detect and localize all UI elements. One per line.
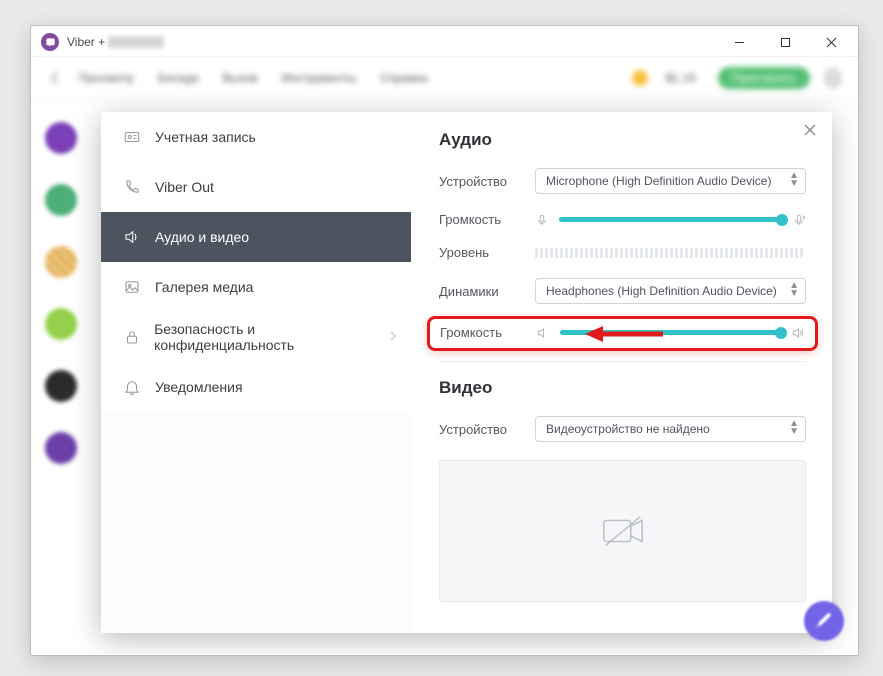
settings-nav: Учетная запись Viber Out Аудио и видео Г…	[101, 112, 411, 633]
mic-level-meter	[535, 248, 806, 258]
nav-notifications[interactable]: Уведомления	[101, 362, 411, 412]
chat-list-preview	[31, 104, 91, 655]
speaker-volume-highlight: Громкость	[427, 316, 818, 351]
menu-view[interactable]: Просмотр	[79, 71, 134, 85]
settings-gear-icon[interactable]	[820, 65, 846, 91]
menu-call[interactable]: Вызов	[222, 71, 257, 85]
menu-help[interactable]: Справка	[380, 71, 427, 85]
phone-out-icon	[121, 178, 143, 196]
close-modal-button[interactable]	[800, 120, 820, 140]
close-window-button[interactable]	[808, 28, 854, 56]
new-message-fab[interactable]	[804, 601, 844, 641]
updown-icon: ▲▼	[789, 172, 799, 188]
nav-audio-video[interactable]: Аудио и видео	[101, 212, 411, 262]
speaker-low-icon	[536, 326, 550, 340]
nav-viber-out[interactable]: Viber Out	[101, 162, 411, 212]
speakers-select[interactable]: Headphones (High Definition Audio Device…	[535, 278, 806, 304]
nav-label: Уведомления	[155, 379, 243, 395]
mic-device-select[interactable]: Microphone (High Definition Audio Device…	[535, 168, 806, 194]
video-device-value: Видеоустройство не найдено	[546, 422, 710, 436]
video-preview-placeholder	[439, 460, 806, 602]
coin-icon	[632, 70, 648, 86]
video-heading: Видео	[439, 378, 806, 398]
nav-account[interactable]: Учетная запись	[101, 112, 411, 162]
audio-heading: Аудио	[439, 130, 806, 150]
menu-tools[interactable]: Инструменты	[282, 71, 357, 85]
mic-volume-label: Громкость	[439, 212, 535, 227]
nav-label: Безопасность и конфиденциальность	[154, 321, 389, 353]
speaker-icon	[121, 228, 143, 246]
speaker-high-icon	[791, 326, 805, 340]
video-device-label: Устройство	[439, 422, 535, 437]
nav-label: Учетная запись	[155, 129, 256, 145]
main-toolbar: Просмотр Беседа Вызов Инструменты Справк…	[31, 57, 858, 100]
updown-icon: ▲▼	[789, 282, 799, 298]
id-icon	[121, 128, 143, 146]
mic-volume-slider[interactable]	[559, 217, 782, 222]
nav-security[interactable]: Безопасность и конфиденциальность	[101, 312, 411, 362]
video-device-select[interactable]: Видеоустройство не найдено ▲▼	[535, 416, 806, 442]
annotation-arrow	[585, 323, 665, 345]
mic-level-label: Уровень	[439, 245, 535, 260]
viber-icon	[41, 33, 59, 51]
speakers-value: Headphones (High Definition Audio Device…	[546, 284, 777, 298]
mic-device-value: Microphone (High Definition Audio Device…	[546, 174, 771, 188]
maximize-button[interactable]	[762, 28, 808, 56]
chevron-right-icon	[389, 329, 397, 345]
invite-button[interactable]: Пригласить	[718, 67, 810, 89]
lock-icon	[121, 328, 142, 346]
window-title: Viber +	[67, 35, 164, 49]
settings-content: Аудио Устройство Microphone (High Defini…	[411, 112, 832, 633]
balance-value: $1.15	[666, 71, 696, 85]
divider	[439, 361, 806, 362]
updown-icon: ▲▼	[789, 420, 799, 436]
nav-media-gallery[interactable]: Галерея медиа	[101, 262, 411, 312]
mic-high-icon	[792, 213, 806, 227]
app-window: Viber + Просмотр Беседа Вызов Инструмент…	[30, 25, 859, 656]
redacted-number	[108, 36, 164, 48]
speakers-label: Динамики	[439, 284, 535, 299]
nav-label: Галерея медиа	[155, 279, 253, 295]
bell-icon	[121, 378, 143, 396]
gallery-icon	[121, 278, 143, 296]
minimize-button[interactable]	[716, 28, 762, 56]
titlebar: Viber +	[31, 26, 858, 57]
back-icon[interactable]	[43, 66, 67, 90]
settings-modal: Учетная запись Viber Out Аудио и видео Г…	[101, 112, 832, 633]
menu-chat[interactable]: Беседа	[158, 71, 199, 85]
nav-label: Аудио и видео	[155, 229, 249, 245]
speaker-volume-label: Громкость	[440, 325, 536, 340]
nav-label: Viber Out	[155, 179, 214, 195]
mic-low-icon	[535, 213, 549, 227]
mic-device-label: Устройство	[439, 174, 535, 189]
